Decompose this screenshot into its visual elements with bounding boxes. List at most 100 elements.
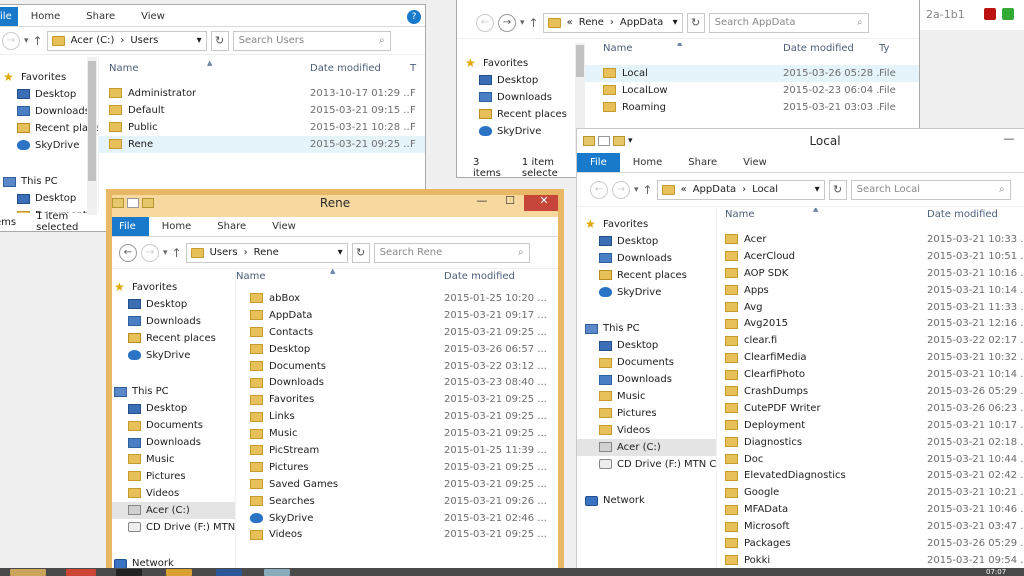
recent-dropdown-icon[interactable]: ▾ xyxy=(24,36,29,46)
breadcrumb-overflow-icon[interactable]: « xyxy=(567,17,573,28)
nav-item-cd-drive-f-mtn-c[interactable]: CD Drive (F:) MTN C xyxy=(577,456,716,473)
back-button[interactable]: ← xyxy=(119,243,137,262)
nav-item-this-pc[interactable]: This PC xyxy=(112,383,235,400)
address-bar[interactable]: « Rene › AppData ▾ xyxy=(542,12,683,33)
list-item[interactable]: Links 2015-03-21 09:25 ... xyxy=(236,408,558,425)
tab-home[interactable]: Home xyxy=(18,7,74,26)
list-item[interactable]: abBox 2015-01-25 10:20 ... xyxy=(236,290,558,307)
column-name[interactable]: Name xyxy=(99,63,310,74)
list-item[interactable]: AppData 2015-03-21 09:17 ... xyxy=(236,307,558,324)
nav-item-desktop[interactable]: Desktop xyxy=(457,72,576,89)
refresh-button[interactable]: ↻ xyxy=(828,179,847,200)
list-item[interactable]: CutePDF Writer 2015-03-26 06:23 ... xyxy=(717,400,1024,417)
nav-item-favorites[interactable]: ★ Favorites xyxy=(112,279,235,296)
list-item[interactable]: LocalLow 2015-02-23 06:04 ... File xyxy=(577,82,919,99)
up-button[interactable]: ↑ xyxy=(172,246,182,260)
list-item[interactable]: Google 2015-03-21 10:21 ... xyxy=(717,484,1024,501)
breadcrumb-users[interactable]: Users xyxy=(210,247,238,258)
tab-share[interactable]: Share xyxy=(204,217,259,236)
tab-view[interactable]: View xyxy=(259,217,309,236)
search-input[interactable]: Search AppData ⌕ xyxy=(708,12,869,33)
list-item[interactable]: PicStream 2015-01-25 11:39 ... xyxy=(236,442,558,459)
list-item[interactable]: MFAData 2015-03-21 10:46 ... xyxy=(717,501,1024,518)
tab-share[interactable]: Share xyxy=(675,153,730,172)
breadcrumb-appdata[interactable]: AppData xyxy=(693,184,736,195)
column-date[interactable]: Date modified xyxy=(927,209,998,220)
list-item[interactable]: Roaming 2015-03-21 03:03 ... File xyxy=(577,99,919,116)
help-icon[interactable]: ? xyxy=(407,10,421,24)
nav-item-network[interactable]: Network xyxy=(577,492,716,509)
address-bar[interactable]: Acer (C:) › Users ▾ xyxy=(46,30,207,51)
breadcrumb-local[interactable]: Local xyxy=(752,184,778,195)
nav-item-downloads[interactable]: Downloads xyxy=(577,250,716,267)
nav-item-cd-drive-f-mtn-c[interactable]: CD Drive (F:) MTN C xyxy=(112,519,235,536)
nav-item-recent-places[interactable]: Recent places xyxy=(112,330,235,347)
taskbar-app-misc[interactable] xyxy=(264,569,290,576)
recent-dropdown-icon[interactable]: ▾ xyxy=(163,248,168,258)
nav-item-desktop[interactable]: Desktop xyxy=(0,86,98,103)
nav-item-pictures[interactable]: Pictures xyxy=(112,468,235,485)
list-item[interactable]: ClearfiPhoto 2015-03-21 10:14 ... xyxy=(717,366,1024,383)
nav-item-acer-c[interactable]: Acer (C:) xyxy=(112,501,235,519)
list-item[interactable]: Local 2015-03-26 05:28 ... File xyxy=(577,65,919,82)
nav-item-favorites[interactable]: ★ Favorites xyxy=(577,216,716,233)
address-dropdown-icon[interactable]: ▾ xyxy=(197,35,202,46)
tab-file[interactable]: File xyxy=(112,217,149,236)
list-item[interactable]: ClearfiMedia 2015-03-21 10:32 ... xyxy=(717,349,1024,366)
address-dropdown-icon[interactable]: ▾ xyxy=(815,184,820,195)
column-date[interactable]: Date modified xyxy=(444,271,515,282)
folder-icon[interactable] xyxy=(112,198,124,208)
address-dropdown-icon[interactable]: ▾ xyxy=(673,17,678,28)
nav-item-videos[interactable]: Videos xyxy=(577,422,716,439)
nav-item-favorites[interactable]: ★ Favorites xyxy=(457,55,576,72)
back-button[interactable]: ← xyxy=(590,180,608,199)
customize-toolbar-icon[interactable]: ▾ xyxy=(628,136,633,146)
nav-item-downloads[interactable]: Downloads xyxy=(457,89,576,106)
nav-item-desktop[interactable]: Desktop xyxy=(577,337,716,354)
up-button[interactable]: ↑ xyxy=(643,183,653,197)
title-bar[interactable]: Rene — ☐ ✕ xyxy=(112,195,558,217)
list-item[interactable]: Doc 2015-03-21 10:44 ... xyxy=(717,451,1024,468)
list-item[interactable]: Microsoft 2015-03-21 03:47 ... xyxy=(717,518,1024,535)
taskbar-clock[interactable]: 07:07 xyxy=(986,569,1024,576)
nav-item-desktop[interactable]: Desktop xyxy=(112,296,235,313)
nav-item-skydrive[interactable]: SkyDrive xyxy=(0,137,98,154)
taskbar-app-folder[interactable] xyxy=(166,569,192,576)
nav-item-recent-places[interactable]: Recent places xyxy=(577,267,716,284)
nav-item-this-pc[interactable]: This PC xyxy=(577,320,716,337)
minimize-button[interactable]: — xyxy=(995,129,1023,149)
nav-item-music[interactable]: Music xyxy=(112,451,235,468)
list-item[interactable]: CrashDumps 2015-03-26 05:29 ... xyxy=(717,383,1024,400)
tab-file[interactable]: File xyxy=(0,7,18,26)
nav-item-acer-c[interactable]: Acer (C:) xyxy=(577,438,716,456)
list-item[interactable]: Saved Games 2015-03-21 09:25 ... xyxy=(236,476,558,493)
list-item[interactable]: Avg2015 2015-03-21 12:16 ... xyxy=(717,315,1024,332)
column-date[interactable]: Date modified xyxy=(310,63,410,74)
list-item[interactable]: Pokki 2015-03-21 09:54 ... xyxy=(717,552,1024,569)
nav-item-downloads[interactable]: Downloads xyxy=(112,313,235,330)
close-button[interactable]: ✕ xyxy=(524,195,558,211)
column-type[interactable]: T xyxy=(410,63,416,74)
search-input[interactable]: Search Users ⌕ xyxy=(232,30,391,51)
list-item[interactable]: Avg 2015-03-21 11:33 ... xyxy=(717,299,1024,316)
up-button[interactable]: ↑ xyxy=(529,16,539,30)
list-item[interactable]: Deployment 2015-03-21 10:17 ... xyxy=(717,417,1024,434)
new-folder-icon[interactable] xyxy=(142,198,154,208)
nav-item-skydrive[interactable]: SkyDrive xyxy=(577,284,716,301)
nav-item-videos[interactable]: Videos xyxy=(112,485,235,502)
search-input[interactable]: Search Rene ⌕ xyxy=(373,242,530,263)
forward-button[interactable]: → xyxy=(612,180,630,199)
list-item[interactable]: Contacts 2015-03-21 09:25 ... xyxy=(236,324,558,341)
nav-item-skydrive[interactable]: SkyDrive xyxy=(457,123,576,140)
list-item[interactable]: Acer 2015-03-21 10:33 ... xyxy=(717,231,1024,248)
list-item[interactable]: clear.fi 2015-03-22 02:17 ... xyxy=(717,332,1024,349)
list-item[interactable]: Videos 2015-03-21 09:25 ... xyxy=(236,526,558,543)
breadcrumb-rene[interactable]: Rene xyxy=(254,247,279,258)
recent-dropdown-icon[interactable]: ▾ xyxy=(634,185,639,195)
list-item[interactable]: Rene 2015-03-21 09:25 ... F xyxy=(99,135,425,153)
nav-item-downloads[interactable]: Downloads xyxy=(112,434,235,451)
tab-home[interactable]: Home xyxy=(620,153,676,172)
refresh-button[interactable]: ↻ xyxy=(686,12,705,33)
list-item[interactable]: Favorites 2015-03-21 09:25 ... xyxy=(236,391,558,408)
list-item[interactable]: Documents 2015-03-22 03:12 ... xyxy=(236,358,558,375)
